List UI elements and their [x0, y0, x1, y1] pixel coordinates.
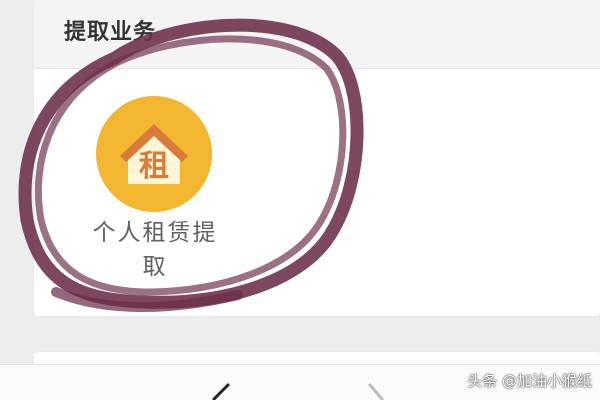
service-item-personal-rental-withdrawal[interactable]: 租 个人租赁提取 — [92, 96, 218, 286]
chevron-left-icon[interactable] — [206, 383, 234, 400]
screen: 提取业务 租 个人租赁提取 头条 @加油小猴纸 — [0, 0, 600, 400]
icon-character: 租 — [139, 149, 169, 184]
watermark: 头条 @加油小猴纸 — [467, 372, 592, 390]
chevron-right-icon[interactable] — [362, 383, 390, 400]
house-rent-icon: 租 — [96, 96, 212, 212]
withdrawal-services-card: 提取业务 租 个人租赁提取 — [34, 0, 600, 316]
card-header: 提取业务 — [34, 0, 600, 69]
service-label: 个人租赁提取 — [92, 220, 218, 280]
section-title: 提取业务 — [64, 20, 157, 45]
